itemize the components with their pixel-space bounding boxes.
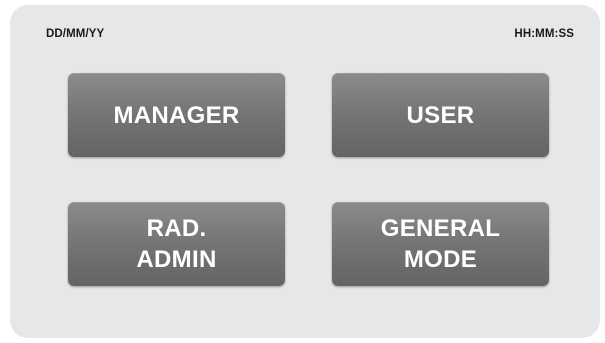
user-button[interactable]: USER xyxy=(332,73,549,157)
general-mode-button[interactable]: GENERAL MODE xyxy=(332,202,549,286)
date-display: DD/MM/YY xyxy=(46,28,105,40)
manager-button-label: MANAGER xyxy=(113,101,240,129)
manager-button[interactable]: MANAGER xyxy=(68,73,285,157)
user-button-label: USER xyxy=(406,101,475,129)
rad-admin-button-label: RAD. ADMIN xyxy=(136,215,217,273)
time-display: HH:MM:SS xyxy=(514,28,574,40)
rad-admin-button[interactable]: RAD. ADMIN xyxy=(68,202,285,286)
general-mode-button-label: GENERAL MODE xyxy=(380,215,501,273)
touch-screen-panel: DD/MM/YY HH:MM:SS MANAGER USER RAD. ADMI… xyxy=(10,5,600,338)
